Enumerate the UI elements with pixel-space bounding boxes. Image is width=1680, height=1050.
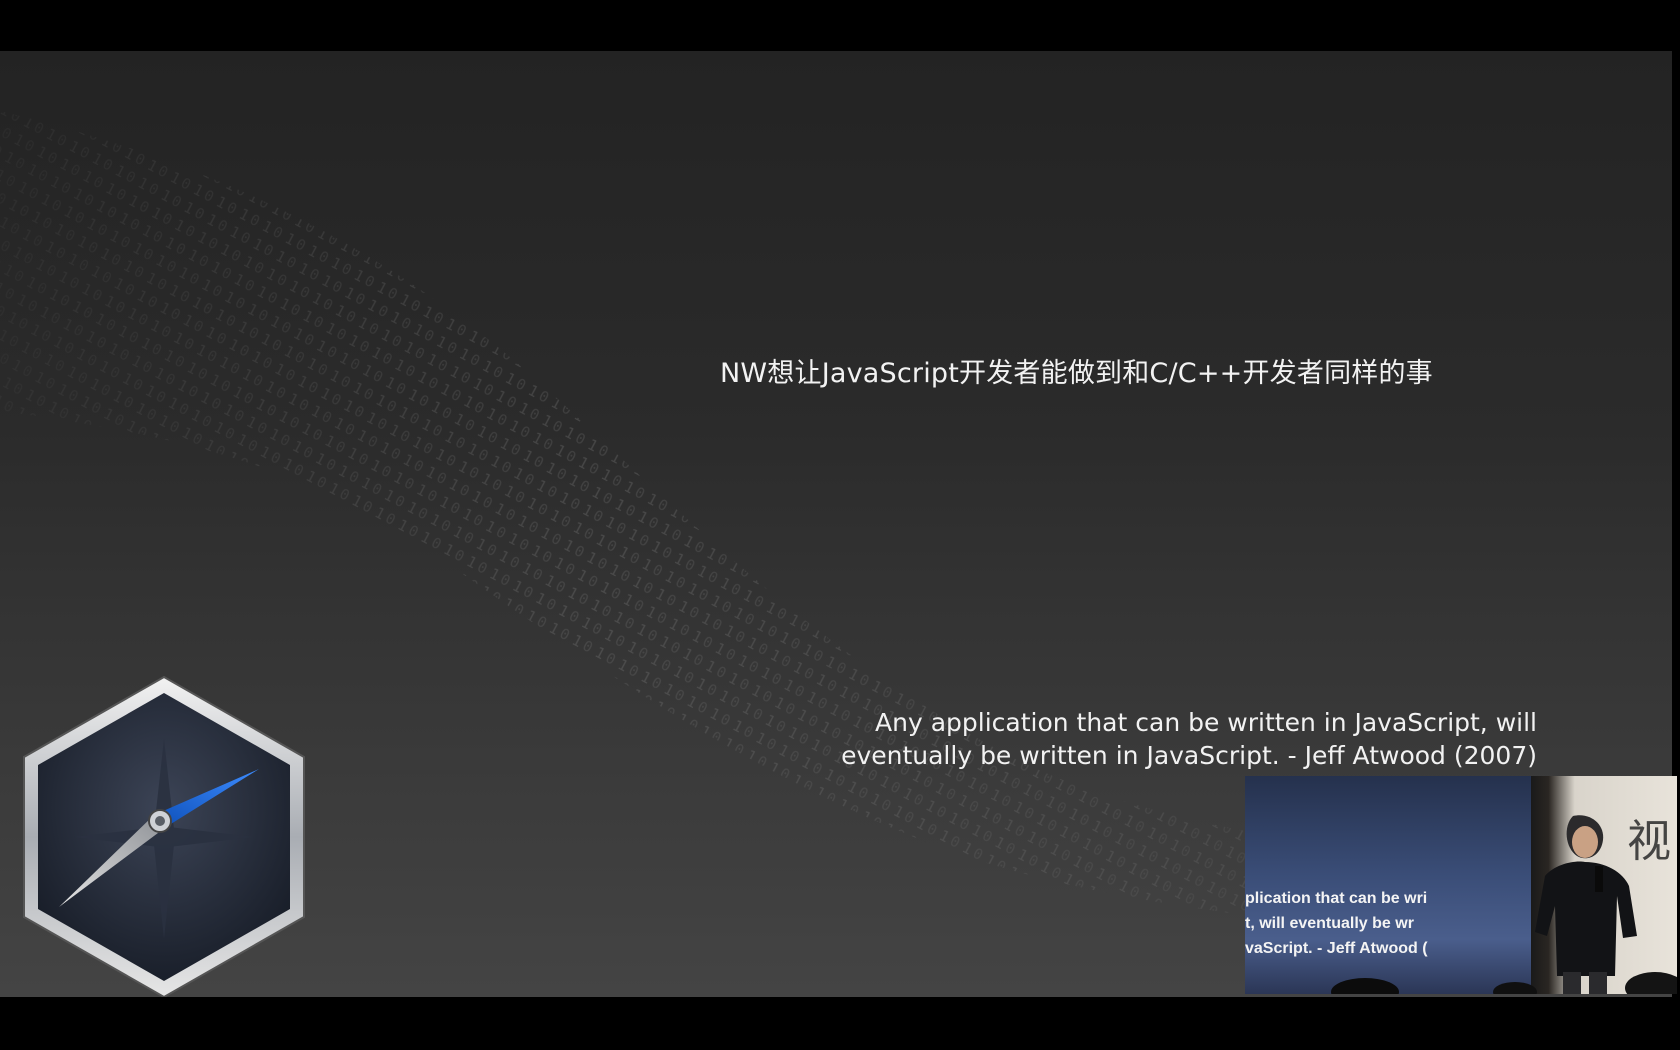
compass-icon: [23, 675, 305, 997]
slide-headline: NW想让JavaScript开发者能做到和C/C++开发者同样的事: [720, 358, 1433, 389]
camera-overlay: plication that can be wri t, will eventu…: [1245, 776, 1677, 994]
slide-quote: Any application that can be written in J…: [777, 706, 1537, 772]
speaker-figure: 视: [1331, 815, 1677, 994]
quote-line: Any application that can be written in J…: [875, 708, 1537, 737]
quote-line: eventually be written in JavaScript. - J…: [841, 741, 1537, 770]
svg-text:视: 视: [1627, 816, 1671, 867]
video-frame: 1 0 NW想让JavaScript开发者能做到和C/C++开发者同样的事 An…: [0, 0, 1680, 1050]
